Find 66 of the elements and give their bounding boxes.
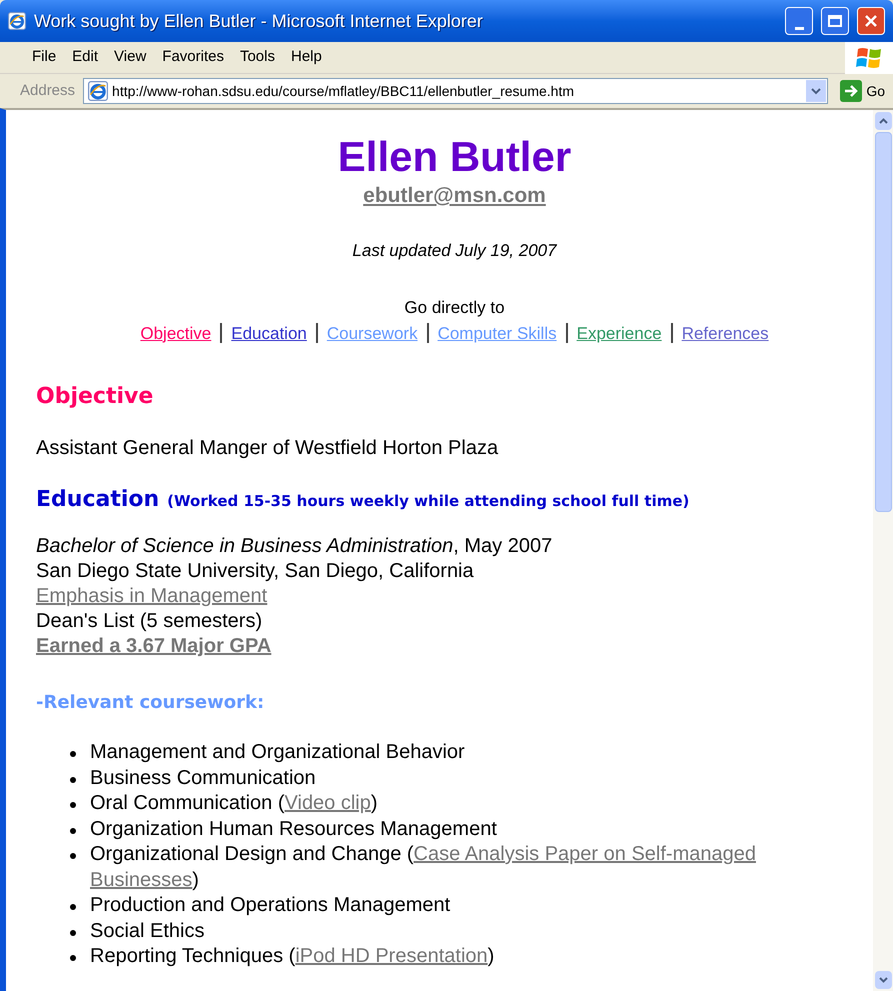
- windows-logo: [845, 42, 893, 74]
- menu-item[interactable]: File: [24, 46, 64, 69]
- menu-item[interactable]: Favorites: [154, 46, 232, 69]
- education-line: Bachelor of Science in Business Administration, May 2007: [36, 534, 552, 559]
- scroll-up-button[interactable]: [874, 112, 892, 130]
- course-item: Organization Human Resources Management: [90, 816, 498, 842]
- scrollbar[interactable]: [873, 110, 893, 991]
- page-icon: [88, 81, 108, 101]
- education-line: San Diego State University, San Diego, California: [36, 559, 474, 584]
- bullet-icon: [70, 955, 76, 961]
- nav-link[interactable]: References: [682, 320, 769, 346]
- nav-link[interactable]: Experience: [576, 320, 662, 346]
- chevron-up-icon: [878, 118, 888, 124]
- course-link[interactable]: Video clip: [284, 792, 371, 814]
- browser-icon: [8, 12, 26, 30]
- bullet-icon: [70, 904, 76, 910]
- window-title: Work sought by Ellen Butler - Microsoft Internet Explorer: [34, 10, 484, 33]
- dropdown-button[interactable]: [806, 80, 826, 102]
- last-updated: Last updated July 19, 2007: [352, 240, 557, 262]
- go-button[interactable]: Go: [840, 80, 885, 102]
- course-item: Organizational Design and Change (Case Analysis Paper on Self-managed Businesses): [90, 842, 757, 892]
- bullet-icon: [70, 776, 76, 782]
- education-line: Dean's List (5 semesters): [36, 609, 262, 634]
- course-link[interactable]: iPod HD Presentation: [295, 945, 488, 967]
- bullet-icon: [70, 828, 76, 834]
- address-label: Address: [20, 80, 76, 101]
- course-item: Reporting Techniques (iPod HD Presentation): [90, 944, 496, 969]
- arrow-right-icon: [840, 80, 862, 102]
- bullet-icon: [70, 930, 76, 936]
- scroll-down-button[interactable]: [874, 971, 892, 989]
- course-link[interactable]: Case Analysis Paper on Self-managed: [414, 843, 756, 865]
- menu-item[interactable]: View: [106, 46, 154, 69]
- nav-link[interactable]: Coursework: [326, 320, 418, 346]
- maximize-button[interactable]: [821, 7, 849, 35]
- bullet-icon: [70, 853, 76, 859]
- section-heading: -Relevant coursework:: [36, 691, 266, 715]
- nav-label: Go directly to: [404, 297, 505, 319]
- menu-item[interactable]: Edit: [64, 46, 106, 69]
- course-link[interactable]: Businesses: [90, 868, 192, 890]
- objective-text: Assistant General Manger of Westfield Horton Plaza: [36, 436, 500, 461]
- chevron-down-icon: [878, 977, 888, 983]
- course-item: Management and Organizational Behavior: [90, 740, 466, 765]
- scroll-thumb[interactable]: [874, 132, 892, 512]
- resume-link[interactable]: Emphasis in Management: [36, 584, 268, 609]
- close-button[interactable]: [857, 7, 885, 35]
- course-item: Oral Communication (Video clip): [90, 791, 379, 816]
- address-field[interactable]: http://www-rohan.sdsu.edu/course/mflatley/BBC11/ellenbutler_resume.htm: [83, 78, 828, 104]
- section-heading: Objective: [36, 383, 154, 411]
- nav-link[interactable]: Education: [231, 320, 307, 346]
- nav-link[interactable]: Computer Skills: [438, 320, 557, 346]
- course-item: Social Ethics: [90, 918, 206, 944]
- close-icon: [864, 14, 878, 28]
- menu-item[interactable]: Help: [283, 46, 330, 69]
- section-heading: Education: [36, 486, 160, 514]
- resume-link[interactable]: Earned a 3.67 Major GPA: [36, 634, 272, 659]
- section-note: (Worked 15-35 hours weekly while attending school full time): [167, 491, 690, 512]
- email-link[interactable]: ebutler@msn.com: [363, 180, 546, 212]
- bullet-icon: [70, 802, 76, 808]
- menu-item[interactable]: Tools: [232, 46, 283, 69]
- minimize-button[interactable]: [785, 7, 813, 35]
- course-item: Production and Operations Management: [90, 893, 452, 918]
- chevron-down-icon: [811, 87, 822, 95]
- bullet-icon: [70, 751, 76, 757]
- nav-link[interactable]: Objective: [140, 320, 212, 346]
- course-item: Business Communication: [90, 766, 317, 790]
- name-heading: Ellen Butler: [338, 134, 572, 180]
